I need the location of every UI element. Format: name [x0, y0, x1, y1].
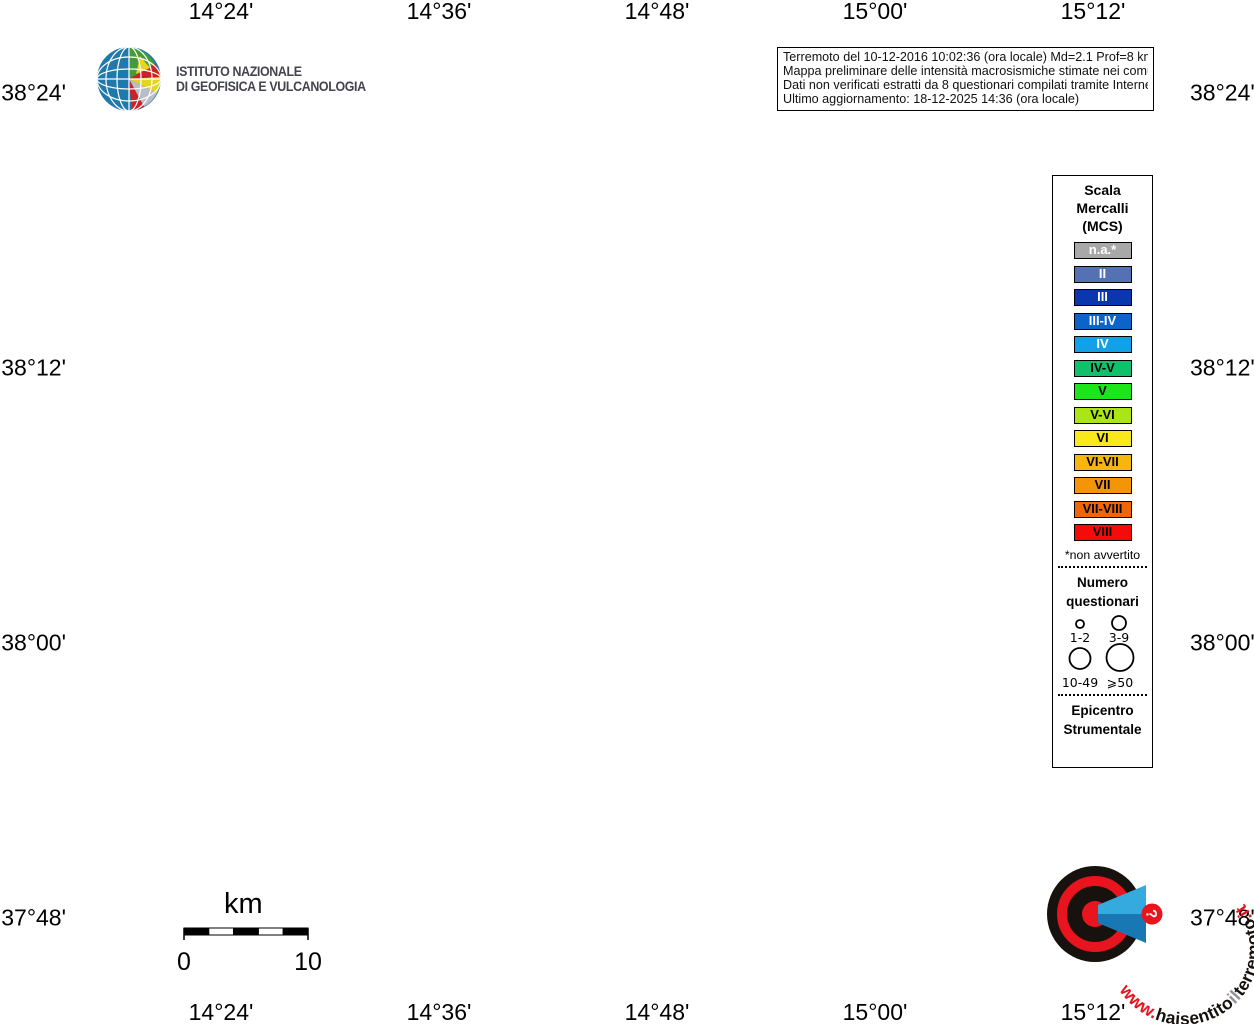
scale-bar: km 0 10: [177, 888, 322, 976]
legend-swatch-viii: VIII: [1074, 524, 1132, 541]
info-line-3: Dati non verificati estratti da 8 questi…: [783, 79, 1148, 93]
legend-swatch-vi: VI: [1074, 430, 1132, 447]
legend-divider-2: [1058, 694, 1147, 696]
epicenter-legend-title: Epicentro Strumentale: [1053, 701, 1152, 739]
count-circle-3-9: [1112, 616, 1126, 630]
count-circle-1-2: [1076, 620, 1084, 628]
info-line-1: Terremoto del 10-12-2016 10:02:36 (ora l…: [783, 51, 1148, 65]
event-info-box: Terremoto del 10-12-2016 10:02:36 (ora l…: [777, 47, 1154, 111]
ingv-globe-icon: [94, 44, 164, 114]
legend-swatch-ii: II: [1074, 266, 1132, 283]
legend-swatch-vi-vii: VI-VII: [1074, 454, 1132, 471]
ingv-name-line2: DI GEOFISICA E VULCANOLOGIA: [176, 79, 366, 95]
earthquake-intensity-map-page: { "axes": { "top": ["14°24'", "14°36'", …: [0, 0, 1254, 1024]
scalebar-unit: km: [224, 888, 263, 920]
legend-swatch-iii-iv: III-IV: [1074, 313, 1132, 330]
legend-swatch-na: n.a.*: [1074, 242, 1132, 259]
questionnaire-size-key: 1-2 3-9 10-49 ⩾50: [1053, 613, 1152, 691]
info-line-2: Mappa preliminare delle intensità macros…: [783, 65, 1148, 79]
legend-swatch-iv: IV: [1074, 336, 1132, 353]
info-line-4: Ultimo aggiornamento: 18-12-2025 14:36 (…: [783, 93, 1148, 107]
ingv-name-line1: ISTITUTO NAZIONALE: [176, 64, 366, 80]
count-label-10-49: 10-49: [1062, 675, 1098, 690]
count-label-1-2: 1-2: [1070, 630, 1090, 645]
count-circle-50plus: [1107, 644, 1134, 671]
scalebar-start: 0: [177, 948, 191, 976]
legend-title: Scala Mercalli (MCS): [1053, 181, 1152, 235]
logo-seg-www: www.: [1115, 980, 1161, 1023]
legend-swatch-vii-viii: VII-VIII: [1074, 501, 1132, 518]
legend-panel: Scala Mercalli (MCS) n.a.* II III III-IV…: [1052, 175, 1153, 768]
haisentitoilterremoto-logo: ? www.haisentitoilterremoto.it: [1047, 866, 1254, 1024]
logo-seg-terremoto: terremoto: [1229, 916, 1254, 1000]
epicenter-key: [1053, 741, 1152, 773]
count-label-50plus: ⩾50: [1107, 675, 1133, 690]
legend-swatch-vii: VII: [1074, 477, 1132, 494]
count-circle-10-49: [1070, 648, 1091, 669]
legend-swatch-iii: III: [1074, 289, 1132, 306]
scalebar-end: 10: [294, 948, 322, 976]
legend-swatch-v: V: [1074, 383, 1132, 400]
ingv-logo: ISTITUTO NAZIONALE DI GEOFISICA E VULCAN…: [94, 44, 382, 114]
legend-swatch-v-vi: V-VI: [1074, 407, 1132, 424]
legend-swatch-iv-v: IV-V: [1074, 360, 1132, 377]
legend-footnote: *non avvertito: [1053, 548, 1152, 562]
legend-divider: [1058, 566, 1147, 568]
questionnaire-count-title: Numero questionari: [1053, 573, 1152, 611]
logo-seg-haisentito: haisentito: [1153, 992, 1237, 1024]
count-label-3-9: 3-9: [1109, 630, 1129, 645]
